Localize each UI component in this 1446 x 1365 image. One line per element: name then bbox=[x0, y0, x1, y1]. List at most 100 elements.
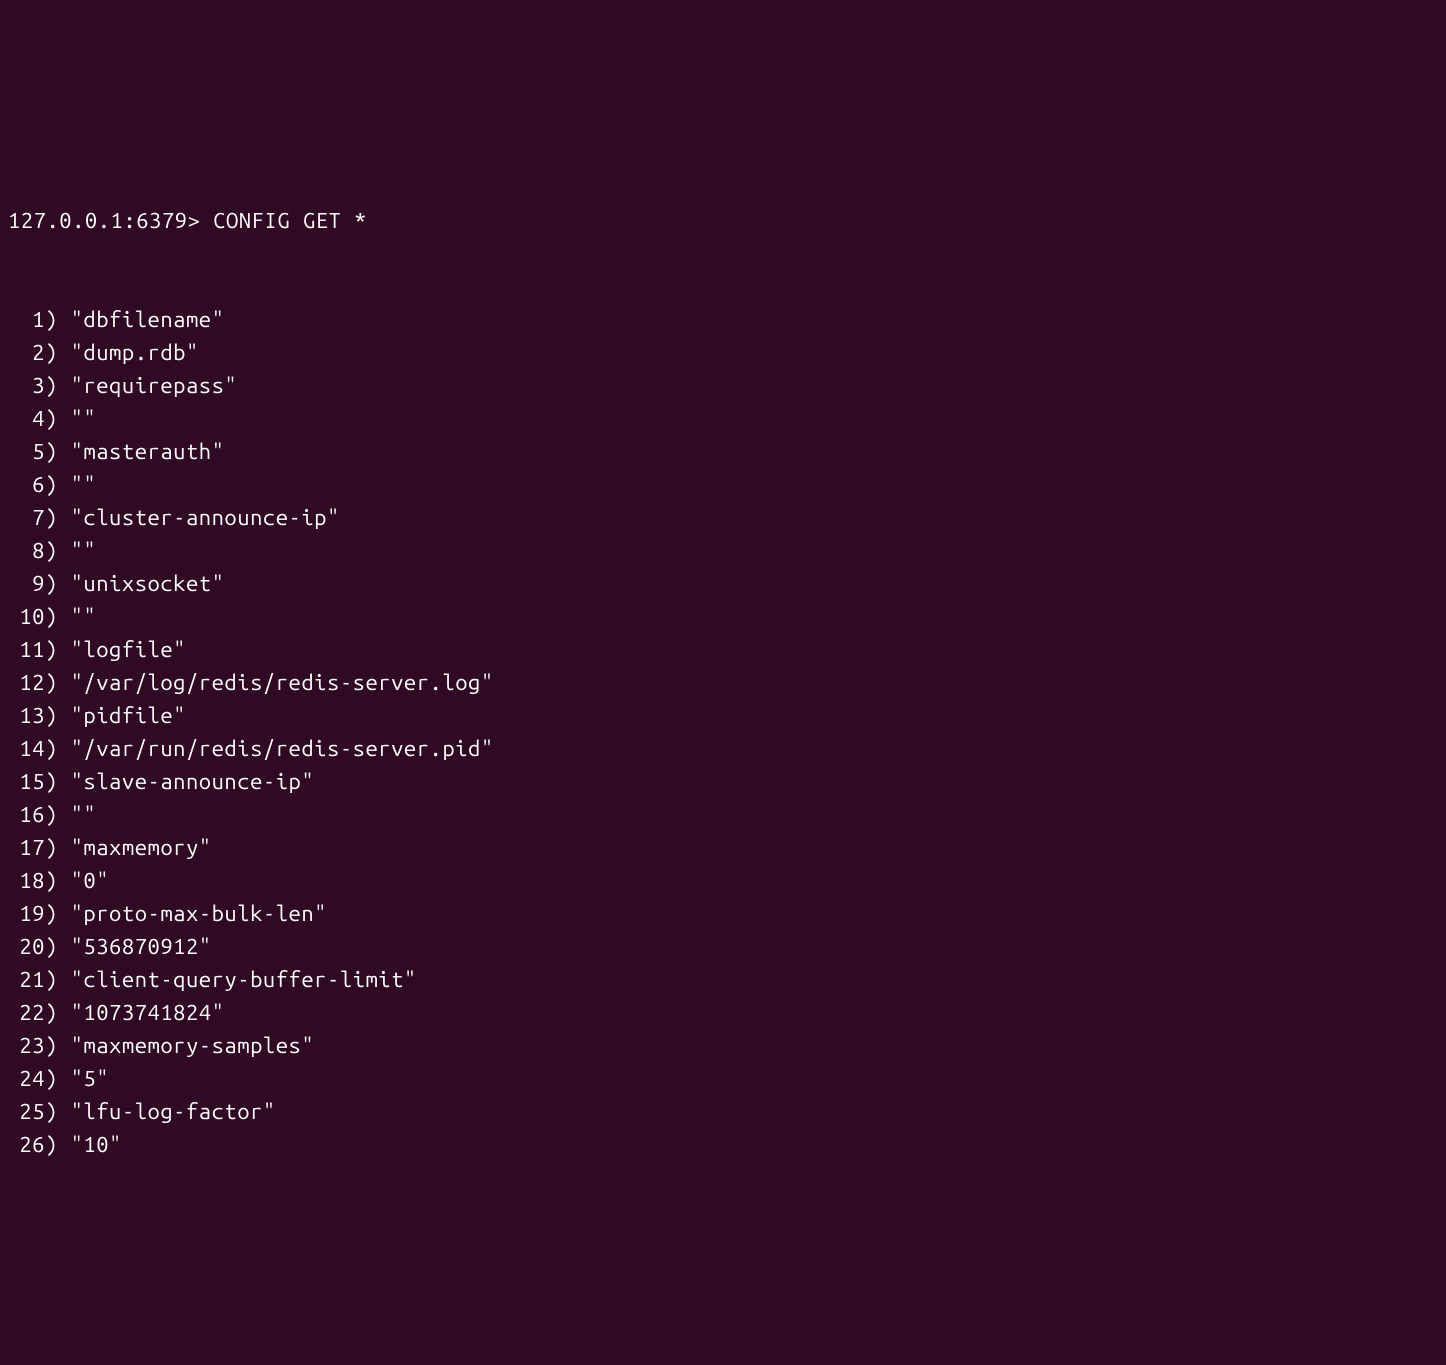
output-line: 21) "client-query-buffer-limit" bbox=[8, 963, 1438, 996]
paren: ) bbox=[45, 1062, 71, 1095]
paren: ) bbox=[45, 831, 71, 864]
paren: ) bbox=[45, 369, 71, 402]
line-number: 20 bbox=[8, 930, 45, 963]
line-number: 14 bbox=[8, 732, 45, 765]
paren: ) bbox=[45, 732, 71, 765]
output-line: 5) "masterauth" bbox=[8, 435, 1438, 468]
output-line: 12) "/var/log/redis/redis-server.log" bbox=[8, 666, 1438, 699]
paren: ) bbox=[45, 435, 71, 468]
output-value: "" bbox=[71, 798, 97, 831]
output-value: "unixsocket" bbox=[71, 567, 225, 600]
output-line: 24) "5" bbox=[8, 1062, 1438, 1095]
output-value: "" bbox=[71, 600, 97, 633]
output-line: 19) "proto-max-bulk-len" bbox=[8, 897, 1438, 930]
line-number: 26 bbox=[8, 1128, 45, 1161]
paren: ) bbox=[45, 534, 71, 567]
output-line: 20) "536870912" bbox=[8, 930, 1438, 963]
output-value: "client-query-buffer-limit" bbox=[71, 963, 417, 996]
output-value: "0" bbox=[71, 864, 109, 897]
line-number: 16 bbox=[8, 798, 45, 831]
output-line: 23) "maxmemory-samples" bbox=[8, 1029, 1438, 1062]
output-list: 1) "dbfilename"2) "dump.rdb"3) "requirep… bbox=[8, 303, 1438, 1161]
line-number: 17 bbox=[8, 831, 45, 864]
paren: ) bbox=[45, 798, 71, 831]
line-number: 1 bbox=[8, 303, 45, 336]
line-number: 2 bbox=[8, 336, 45, 369]
line-number: 9 bbox=[8, 567, 45, 600]
paren: ) bbox=[45, 501, 71, 534]
paren: ) bbox=[45, 765, 71, 798]
output-line: 2) "dump.rdb" bbox=[8, 336, 1438, 369]
output-line: 1) "dbfilename" bbox=[8, 303, 1438, 336]
command-line: 127.0.0.1:6379> CONFIG GET * bbox=[8, 204, 1438, 237]
line-number: 25 bbox=[8, 1095, 45, 1128]
line-number: 7 bbox=[8, 501, 45, 534]
output-line: 11) "logfile" bbox=[8, 633, 1438, 666]
output-value: "cluster-announce-ip" bbox=[71, 501, 340, 534]
output-line: 8) "" bbox=[8, 534, 1438, 567]
paren: ) bbox=[45, 633, 71, 666]
paren: ) bbox=[45, 468, 71, 501]
line-number: 8 bbox=[8, 534, 45, 567]
paren: ) bbox=[45, 303, 71, 336]
output-value: "slave-announce-ip" bbox=[71, 765, 315, 798]
terminal-output[interactable]: 127.0.0.1:6379> CONFIG GET * 1) "dbfilen… bbox=[8, 138, 1438, 1194]
output-value: "proto-max-bulk-len" bbox=[71, 897, 327, 930]
command: CONFIG GET * bbox=[213, 204, 367, 237]
output-value: "lfu-log-factor" bbox=[71, 1095, 276, 1128]
paren: ) bbox=[45, 600, 71, 633]
output-value: "masterauth" bbox=[71, 435, 225, 468]
output-value: "/var/run/redis/redis-server.pid" bbox=[71, 732, 494, 765]
output-line: 9) "unixsocket" bbox=[8, 567, 1438, 600]
output-value: "pidfile" bbox=[71, 699, 186, 732]
output-line: 6) "" bbox=[8, 468, 1438, 501]
line-number: 11 bbox=[8, 633, 45, 666]
paren: ) bbox=[45, 1128, 71, 1161]
output-line: 7) "cluster-announce-ip" bbox=[8, 501, 1438, 534]
paren: ) bbox=[45, 963, 71, 996]
output-line: 25) "lfu-log-factor" bbox=[8, 1095, 1438, 1128]
output-line: 10) "" bbox=[8, 600, 1438, 633]
output-value: "maxmemory" bbox=[71, 831, 212, 864]
output-value: "dbfilename" bbox=[71, 303, 225, 336]
paren: ) bbox=[45, 567, 71, 600]
output-line: 22) "1073741824" bbox=[8, 996, 1438, 1029]
paren: ) bbox=[45, 666, 71, 699]
output-line: 26) "10" bbox=[8, 1128, 1438, 1161]
output-value: "" bbox=[71, 534, 97, 567]
output-line: 13) "pidfile" bbox=[8, 699, 1438, 732]
line-number: 24 bbox=[8, 1062, 45, 1095]
output-value: "" bbox=[71, 402, 97, 435]
output-value: "5" bbox=[71, 1062, 109, 1095]
line-number: 3 bbox=[8, 369, 45, 402]
line-number: 13 bbox=[8, 699, 45, 732]
line-number: 22 bbox=[8, 996, 45, 1029]
paren: ) bbox=[45, 699, 71, 732]
line-number: 4 bbox=[8, 402, 45, 435]
paren: ) bbox=[45, 1029, 71, 1062]
output-value: "maxmemory-samples" bbox=[71, 1029, 315, 1062]
line-number: 21 bbox=[8, 963, 45, 996]
line-number: 15 bbox=[8, 765, 45, 798]
paren: ) bbox=[45, 402, 71, 435]
prompt: 127.0.0.1:6379> bbox=[8, 204, 200, 237]
line-number: 12 bbox=[8, 666, 45, 699]
output-line: 4) "" bbox=[8, 402, 1438, 435]
line-number: 19 bbox=[8, 897, 45, 930]
output-line: 17) "maxmemory" bbox=[8, 831, 1438, 864]
paren: ) bbox=[45, 336, 71, 369]
line-number: 18 bbox=[8, 864, 45, 897]
line-number: 6 bbox=[8, 468, 45, 501]
output-value: "" bbox=[71, 468, 97, 501]
output-line: 18) "0" bbox=[8, 864, 1438, 897]
output-value: "requirepass" bbox=[71, 369, 238, 402]
output-value: "dump.rdb" bbox=[71, 336, 199, 369]
line-number: 23 bbox=[8, 1029, 45, 1062]
output-value: "logfile" bbox=[71, 633, 186, 666]
output-value: "1073741824" bbox=[71, 996, 225, 1029]
paren: ) bbox=[45, 996, 71, 1029]
output-value: "10" bbox=[71, 1128, 122, 1161]
line-number: 5 bbox=[8, 435, 45, 468]
output-value: "/var/log/redis/redis-server.log" bbox=[71, 666, 494, 699]
paren: ) bbox=[45, 897, 71, 930]
